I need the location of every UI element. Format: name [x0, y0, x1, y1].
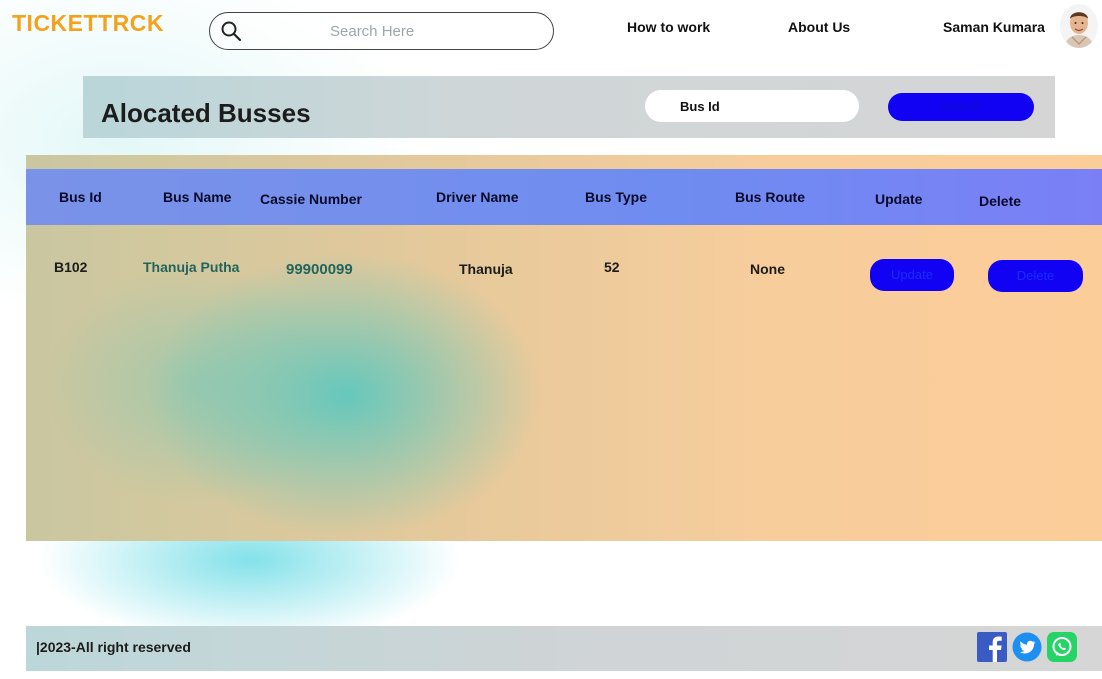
footer: |2023-All right reserved	[26, 626, 1102, 671]
user-name[interactable]: Saman Kumara	[943, 19, 1045, 35]
bus-id-input[interactable]	[645, 90, 859, 122]
column-header-driver-name: Driver Name	[436, 189, 519, 205]
header-search-bar[interactable]: Search Here	[209, 12, 554, 50]
user-avatar-icon	[1060, 4, 1098, 48]
facebook-icon[interactable]	[977, 632, 1007, 662]
column-header-bus-name: Bus Name	[163, 189, 232, 205]
whatsapp-icon[interactable]	[1047, 632, 1077, 662]
column-header-bus-type: Bus Type	[585, 189, 647, 205]
copyright-text: |2023-All right reserved	[36, 639, 191, 655]
cell-bus-id: B102	[54, 259, 88, 275]
column-header-bus-id: Bus Id	[59, 189, 102, 205]
column-header-delete: Delete	[979, 193, 1022, 209]
column-header-update: Update	[875, 191, 923, 207]
delete-button[interactable]: Delete	[988, 260, 1083, 292]
search-icon	[221, 21, 242, 42]
column-header-cassie-number: Cassie Number	[260, 191, 362, 207]
avatar[interactable]	[1060, 4, 1098, 48]
page-title: Alocated Busses	[101, 98, 311, 128]
cell-bus-type: 52	[604, 259, 620, 275]
search-button[interactable]: Search	[888, 93, 1034, 121]
logo[interactable]: TICKETTRCK	[12, 10, 164, 37]
cell-bus-name: Thanuja Putha	[143, 259, 240, 275]
cell-driver-name: Thanuja	[459, 261, 513, 277]
cell-cassie-number: 99900099	[286, 261, 353, 278]
search-placeholder: Search Here	[330, 23, 415, 40]
cell-bus-route: None	[750, 261, 785, 277]
twitter-icon[interactable]	[1012, 632, 1042, 662]
nav-about-us[interactable]: About Us	[788, 19, 850, 35]
column-header-bus-route: Bus Route	[735, 189, 805, 205]
table-header: Bus Id Bus Name Cassie Number Driver Nam…	[26, 169, 1102, 225]
nav-how-to-work[interactable]: How to work	[627, 19, 710, 35]
title-bar: Alocated Busses Search	[83, 76, 1055, 138]
bus-table: Bus Id Bus Name Cassie Number Driver Nam…	[26, 155, 1102, 541]
update-button[interactable]: Update	[870, 259, 954, 291]
